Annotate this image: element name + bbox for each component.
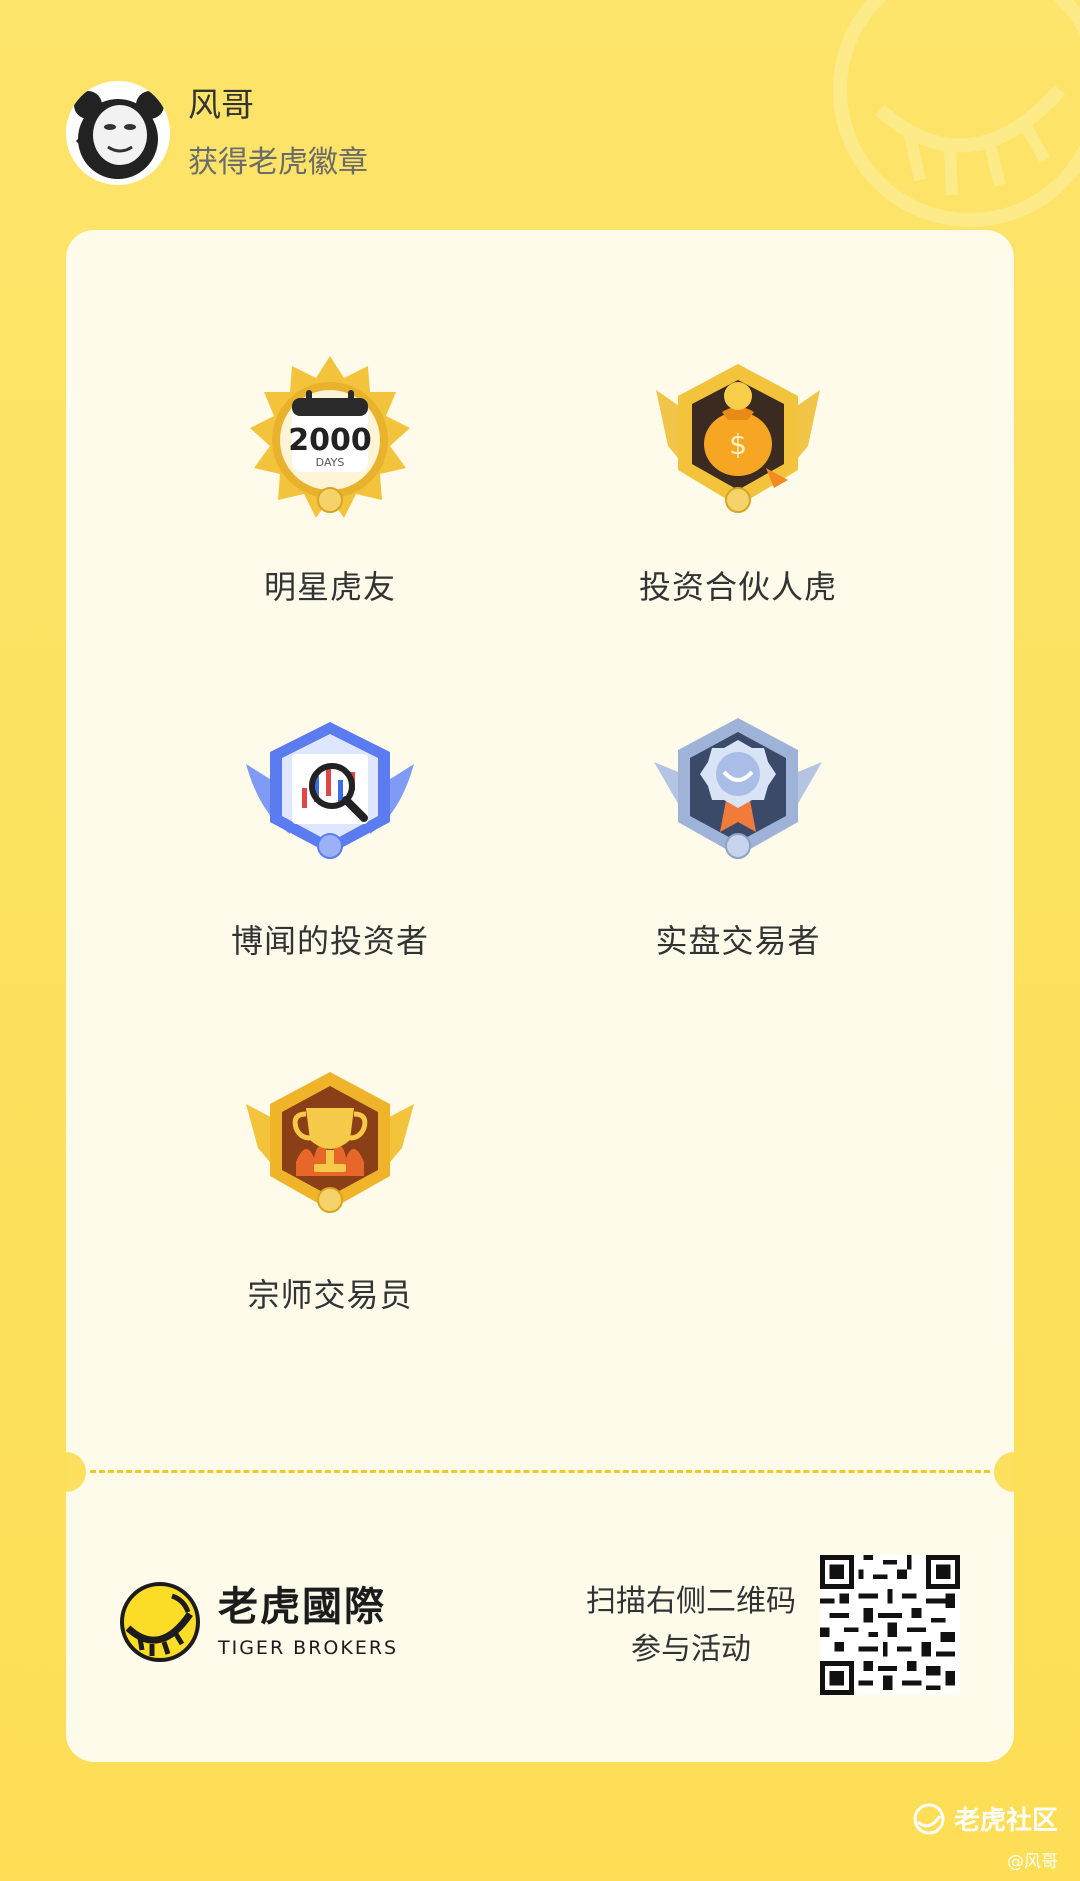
badge-card: 2000 DAYS 明星虎友 $ 投资合伙人虎 博闻的投资者 实盘交易者 宗师交… (66, 230, 1014, 1762)
trophy-badge-icon (246, 1072, 414, 1213)
badge-item[interactable]: 博闻的投资者 (126, 704, 534, 962)
avatar[interactable] (66, 80, 170, 185)
watermark-user: @风哥 (1007, 1852, 1058, 1872)
badge-item[interactable]: 宗师交易员 (126, 1058, 534, 1316)
badge-item[interactable]: 实盘交易者 (534, 704, 942, 962)
qr-code[interactable] (820, 1555, 960, 1695)
tiger-brokers-logo: 老虎國際 TIGER BROKERS (118, 1580, 398, 1664)
watermark: 老虎社区 (912, 1800, 1058, 1837)
ticket-notch-left (66, 1452, 86, 1492)
panda-meme-avatar-icon (66, 80, 170, 185)
svg-text:$: $ (729, 428, 747, 461)
tiger-emblem-decoration-icon (833, 0, 1080, 227)
chart-magnifier-badge-icon (246, 722, 414, 859)
badge-label: 宗师交易员 (247, 1276, 413, 1314)
badge-label: 投资合伙人虎 (638, 568, 837, 606)
badge-item[interactable]: $ 投资合伙人虎 (534, 350, 942, 608)
user-name: 风哥 (188, 85, 254, 125)
money-bag-badge-icon: $ (656, 364, 820, 513)
watermark-site: 老虎社区 (953, 1806, 1058, 1836)
badge-label: 博闻的投资者 (230, 922, 429, 960)
scan-line-2: 参与活动 (631, 1632, 751, 1667)
tiger-community-icon (913, 1803, 945, 1834)
header-subtitle: 获得老虎徽章 (188, 144, 368, 180)
scan-instruction: 扫描右侧二维码 参与活动 (566, 1578, 816, 1674)
badge-days-text: DAYS (316, 456, 345, 469)
scan-line-1: 扫描右侧二维码 (586, 1584, 796, 1619)
user-header: 风哥 获得老虎徽章 (66, 80, 368, 185)
calendar-2000-days-badge-icon: 2000 DAYS (250, 356, 410, 518)
tiger-logo-icon (120, 1582, 200, 1662)
badge-label: 明星虎友 (263, 568, 396, 606)
brand-name-cn: 老虎國際 (218, 1584, 386, 1630)
dashed-divider (90, 1470, 990, 1473)
brand-name-en: TIGER BROKERS (218, 1637, 399, 1659)
medal-badge-icon (654, 718, 822, 859)
badge-label: 实盘交易者 (655, 922, 821, 960)
badge-item[interactable]: 2000 DAYS 明星虎友 (126, 350, 534, 608)
ticket-notch-right (994, 1452, 1014, 1492)
badge-number-text: 2000 (288, 423, 372, 458)
